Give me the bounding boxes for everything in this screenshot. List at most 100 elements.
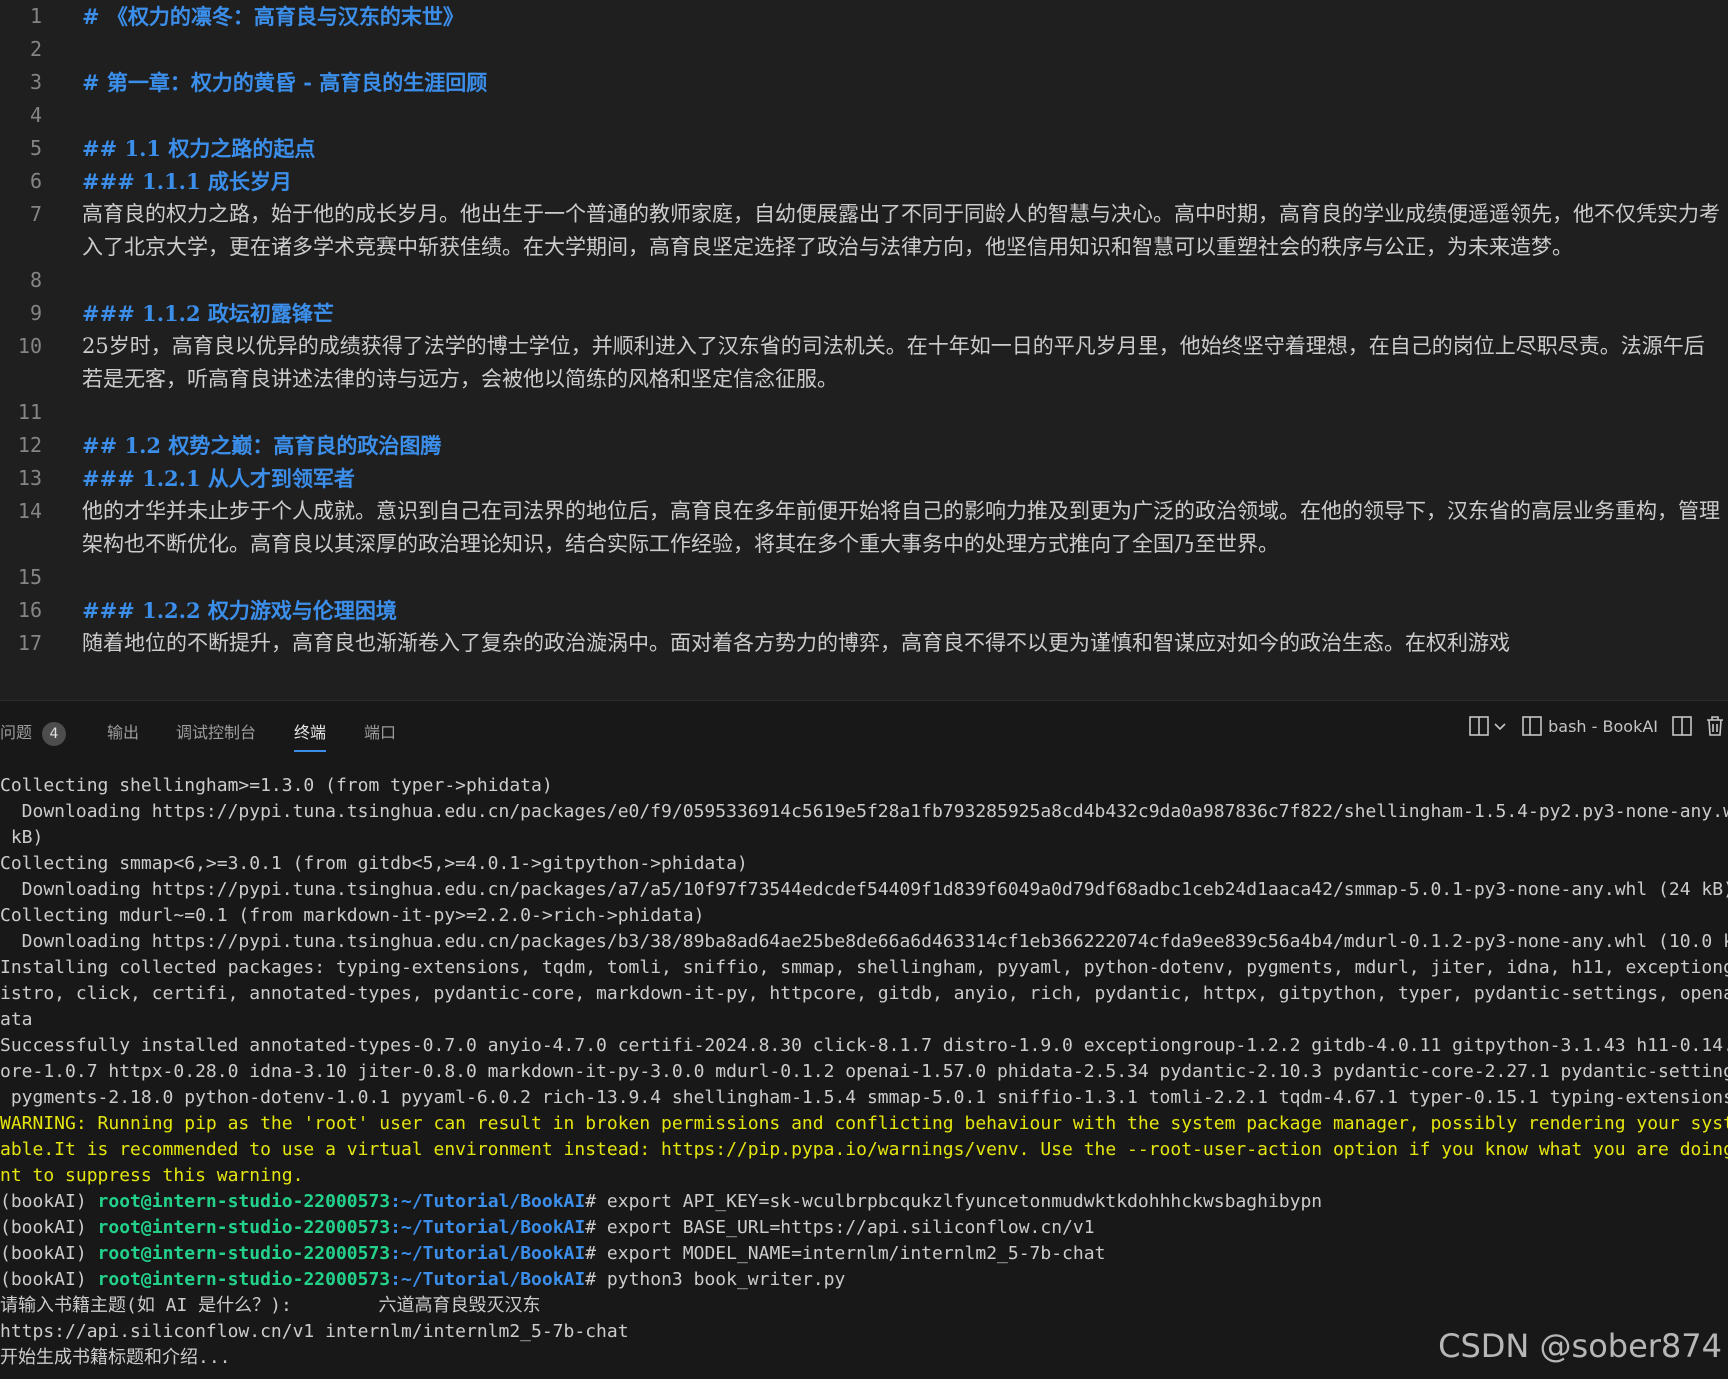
editor-line: 16 ### 1.2.2 权力游戏与伦理困境 [0, 594, 1728, 627]
line-number: 15 [17, 565, 42, 589]
line-number: 16 [17, 598, 42, 622]
line-number: 7 [29, 202, 42, 226]
terminal-line: Collecting shellingham>=1.3.0 (from type… [0, 775, 553, 796]
line-number: 14 [17, 499, 42, 523]
markdown-heading: # 《权力的凛冬：高育良与汉东的末世》 [82, 4, 464, 29]
editor-line: 5 ## 1.1 权力之路的起点 [0, 132, 1728, 165]
line-text [82, 264, 1722, 297]
line-number: 10 [17, 334, 42, 358]
prompt-user: root@intern-studio-22000573 [97, 1217, 391, 1238]
tab-terminal[interactable]: 终端 [294, 719, 327, 752]
editor-line: 15 [0, 561, 1728, 594]
prompt-cmd: # export MODEL_NAME=internlm/internlm2_5… [585, 1243, 1106, 1264]
prompt-path: :~/Tutorial/BookAI [390, 1269, 586, 1290]
problems-count-badge: 4 [42, 721, 67, 746]
line-text: 25岁时，高育良以优异的成绩获得了法学的博士学位，并顺利进入了汉东省的司法机关。… [82, 334, 1705, 391]
prompt-env: (bookAI) [0, 1269, 98, 1290]
terminal-line: pygments-2.18.0 python-dotenv-1.0.1 pyya… [0, 1087, 1728, 1108]
prompt-path: :~/Tutorial/BookAI [390, 1191, 586, 1212]
tab-terminal-label: 终端 [294, 723, 327, 742]
terminal-line: Downloading https://pypi.tuna.tsinghua.e… [0, 931, 1728, 952]
editor-line: 10 25岁时，高育良以优异的成绩获得了法学的博士学位，并顺利进入了汉东省的司法机… [0, 330, 1728, 396]
tab-problems-label: 问题 [0, 723, 33, 742]
editor-line: 9 ### 1.1.2 政坛初露锋芒 [0, 297, 1728, 330]
markdown-heading: ### 1.2.2 权力游戏与伦理困境 [82, 598, 397, 623]
terminal-line: Collecting mdurl~=0.1 (from markdown-it-… [0, 905, 705, 926]
line-number: 17 [17, 631, 42, 655]
prompt-cmd: # python3 book_writer.py [585, 1269, 846, 1290]
terminal-line: 请输入书籍主题(如 AI 是什么？): 六道高育良毁灭汉东 [0, 1295, 541, 1316]
tab-output[interactable]: 输出 [107, 719, 139, 743]
terminal-name: bash - BookAI [1548, 716, 1658, 736]
editor-line: 6 ### 1.1.1 成长岁月 [0, 165, 1728, 198]
terminal-line: WARNING: Running pip as the 'root' user … [0, 1113, 1728, 1134]
prompt-line: (bookAI) root@intern-studio-22000573:~/T… [0, 1189, 1728, 1215]
prompt-env: (bookAI) [0, 1191, 98, 1212]
tab-debug-console[interactable]: 调试控制台 [176, 719, 256, 743]
line-text [82, 33, 1722, 66]
markdown-heading: ### 1.2.1 从人才到领军者 [82, 466, 355, 491]
prompt-user: root@intern-studio-22000573 [97, 1191, 391, 1212]
prompt-line: (bookAI) root@intern-studio-22000573:~/T… [0, 1241, 1728, 1267]
markdown-heading: # 第一章：权力的黄昏 - 高育良的生涯回顾 [82, 70, 488, 95]
line-text [82, 561, 1722, 594]
watermark: CSDN @sober874 [1438, 1327, 1722, 1365]
editor-line: 8 [0, 264, 1728, 297]
terminal-line: Collecting smmap<6,>=3.0.1 (from gitdb<5… [0, 853, 748, 874]
prompt-user: root@intern-studio-22000573 [97, 1243, 391, 1264]
new-terminal-split-icon[interactable] [1468, 715, 1508, 737]
prompt-path: :~/Tutorial/BookAI [390, 1243, 586, 1264]
prompt-line: (bookAI) root@intern-studio-22000573:~/T… [0, 1215, 1728, 1241]
terminal-lines: Collecting shellingham>=1.3.0 (from type… [0, 773, 1728, 1111]
line-number: 9 [29, 301, 42, 325]
editor-lines: 1 # 《权力的凛冬：高育良与汉东的末世》 2 3 # 第一章：权力的黄昏 - 高育良的… [0, 0, 1728, 660]
tab-ports[interactable]: 端口 [364, 719, 396, 743]
terminal-line: Downloading https://pypi.tuna.tsinghua.e… [0, 879, 1728, 900]
editor-line: 14 他的才华并未止步于个人成就。意识到自己在司法界的地位后，高育良在多年前便开始… [0, 495, 1728, 561]
editor-line: 1 # 《权力的凛冬：高育良与汉东的末世》 [0, 0, 1728, 33]
tab-ports-label: 端口 [364, 723, 397, 742]
markdown-heading: ### 1.1.2 政坛初露锋芒 [82, 301, 334, 326]
line-number: 1 [29, 4, 42, 28]
terminal-panel-icon [1522, 716, 1542, 736]
prompt-block: (bookAI) root@intern-studio-22000573:~/T… [0, 1189, 1728, 1293]
line-number: 11 [17, 400, 42, 424]
terminal-selector[interactable]: bash - BookAI [1522, 716, 1658, 736]
editor[interactable]: 1 # 《权力的凛冬：高育良与汉东的末世》 2 3 # 第一章：权力的黄昏 - 高育良的… [0, 0, 1728, 700]
prompt-cmd: # export API_KEY=sk-wculbrpbcqukzlfyunce… [585, 1191, 1323, 1212]
trash-icon[interactable] [1706, 716, 1724, 736]
line-text [82, 396, 1722, 429]
prompt-path: :~/Tutorial/BookAI [390, 1217, 586, 1238]
markdown-heading: ## 1.1 权力之路的起点 [82, 136, 316, 161]
prompt-env: (bookAI) [0, 1243, 98, 1264]
terminal-line: able.It is recommended to use a virtual … [0, 1139, 1728, 1160]
editor-line: 17 随着地位的不断提升，高育良也渐渐卷入了复杂的政治漩涡中。面对着各方势力的博弈… [0, 627, 1728, 660]
panel-actions: bash - BookAI [1468, 715, 1724, 737]
split-terminal-icon[interactable] [1672, 716, 1692, 736]
prompt-env: (bookAI) [0, 1217, 98, 1238]
prompt-cmd: # export BASE_URL=https://api.siliconflo… [585, 1217, 1095, 1238]
line-text: 随着地位的不断提升，高育良也渐渐卷入了复杂的政治漩涡中。面对着各方势力的博弈，高… [82, 631, 1510, 655]
editor-line: 11 [0, 396, 1728, 429]
terminal-line: Downloading https://pypi.tuna.tsinghua.e… [0, 801, 1728, 822]
terminal-line: Successfully installed annotated-types-0… [0, 1035, 1728, 1056]
markdown-heading: ### 1.1.1 成长岁月 [82, 169, 292, 194]
line-number: 5 [29, 136, 42, 160]
line-text: 高育良的权力之路，始于他的成长岁月。他出生于一个普通的教师家庭，自幼便展露出了不… [82, 202, 1720, 259]
tab-output-label: 输出 [107, 723, 140, 742]
terminal-line: kB) [0, 827, 44, 848]
tab-problems[interactable]: 问题 4 [0, 719, 67, 746]
prompt-line: (bookAI) root@intern-studio-22000573:~/T… [0, 1267, 1728, 1293]
panel-tabs: 问题 4 输出 调试控制台 终端 端口 bash - BookAI [0, 701, 1728, 759]
editor-line: 3 # 第一章：权力的黄昏 - 高育良的生涯回顾 [0, 66, 1728, 99]
editor-line: 7 高育良的权力之路，始于他的成长岁月。他出生于一个普通的教师家庭，自幼便展露出了… [0, 198, 1728, 264]
terminal-output[interactable]: Collecting shellingham>=1.3.0 (from type… [0, 773, 1728, 1379]
editor-line: 12 ## 1.2 权势之巅：高育良的政治图腾 [0, 429, 1728, 462]
line-number: 3 [29, 70, 42, 94]
editor-line: 13 ### 1.2.1 从人才到领军者 [0, 462, 1728, 495]
line-number: 2 [29, 37, 42, 61]
line-number: 6 [29, 169, 42, 193]
editor-line: 2 [0, 33, 1728, 66]
line-number: 12 [17, 433, 42, 457]
line-text: 他的才华并未止步于个人成就。意识到自己在司法界的地位后，高育良在多年前便开始将自… [82, 499, 1720, 556]
